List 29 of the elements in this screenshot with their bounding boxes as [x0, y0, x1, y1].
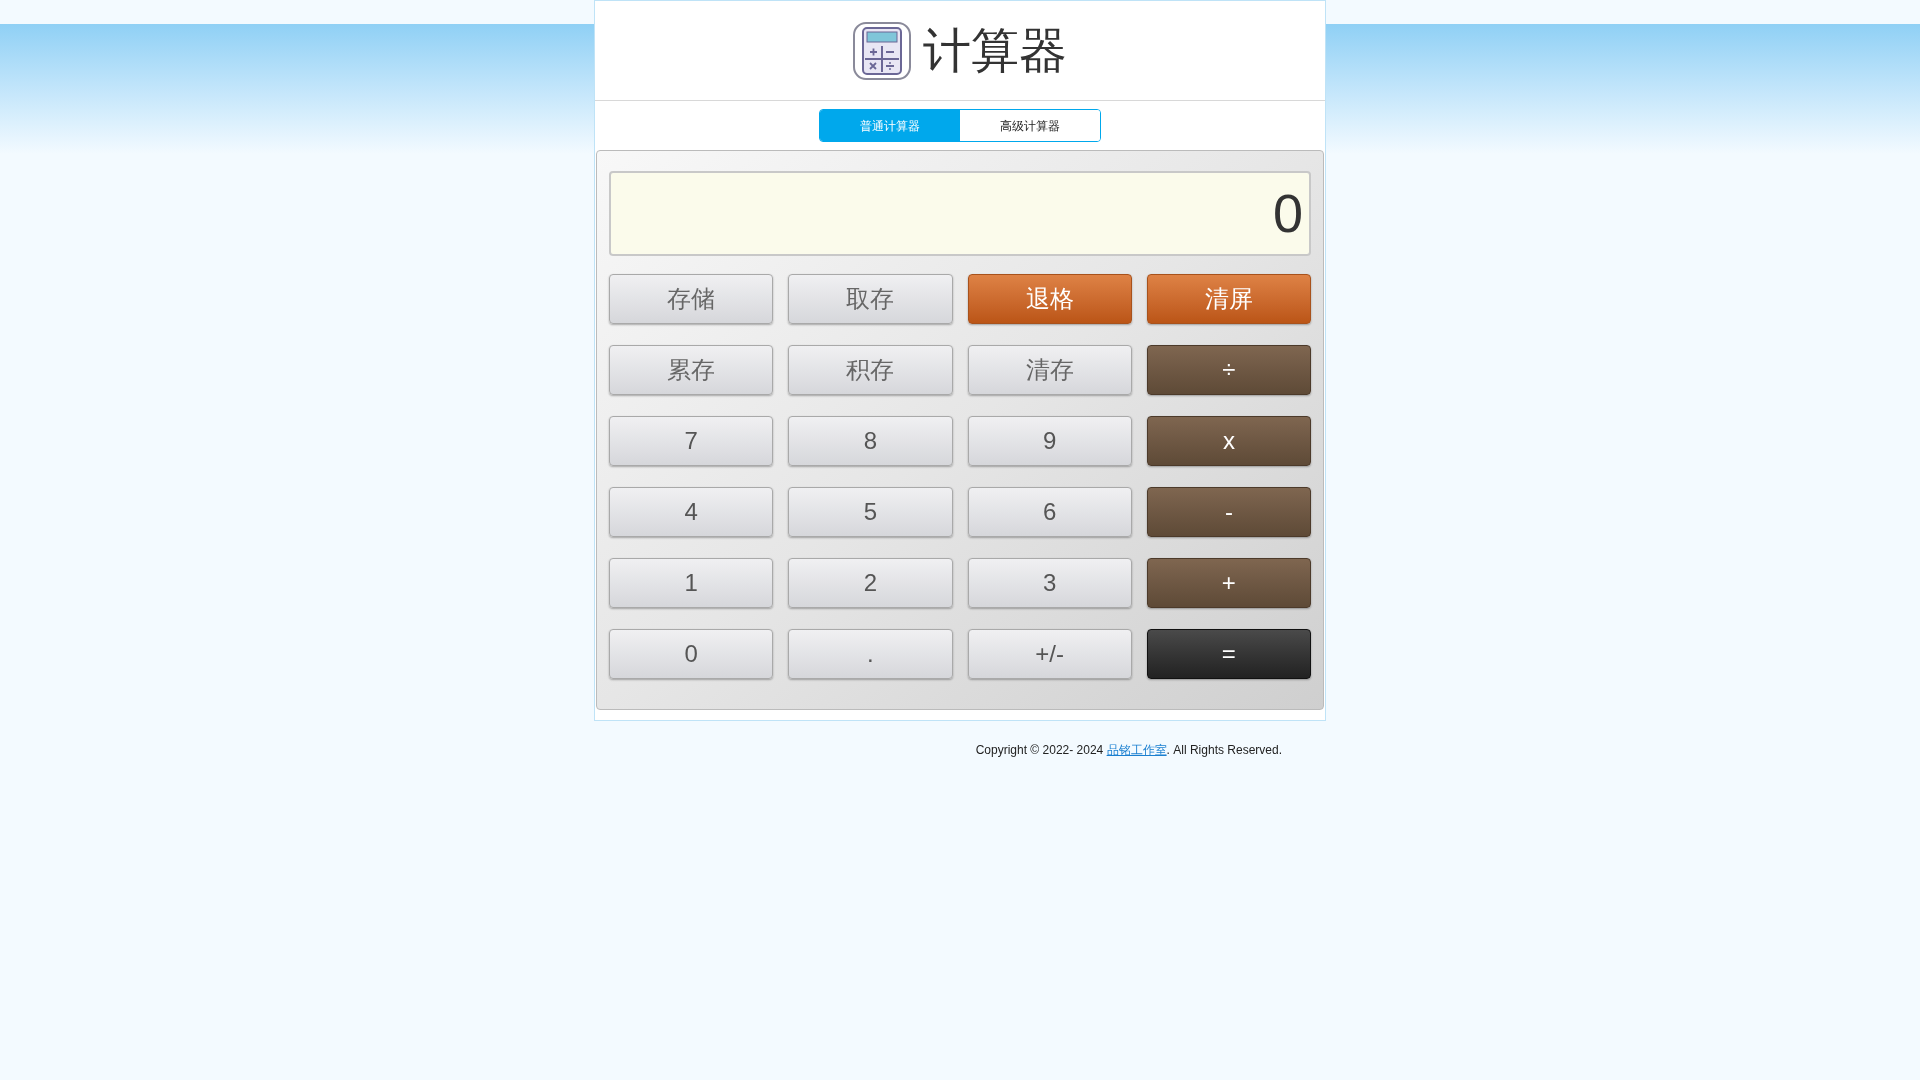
calculator-key[interactable]: 存储 [609, 274, 774, 324]
copyright-text: Copyright © 2022- 2024 品铭工作室. All Rights Reserved. [975, 742, 1282, 759]
calculator-key[interactable]: 4 [609, 487, 774, 537]
calculator-key[interactable]: 清存 [967, 345, 1132, 395]
calculator-key[interactable]: 累存 [609, 345, 774, 395]
calculator-key[interactable]: = [1146, 629, 1311, 679]
calculator-key[interactable]: 2 [788, 558, 953, 608]
calculator-key[interactable]: + [1146, 558, 1311, 608]
calculator-key[interactable]: ÷ [1146, 345, 1311, 395]
calculator-key[interactable]: - [1146, 487, 1311, 537]
calculator-key[interactable]: 7 [609, 416, 774, 466]
calculator-key[interactable]: 3 [967, 558, 1132, 608]
calculator-key[interactable]: 0 [609, 629, 774, 679]
calculator-key[interactable]: 9 [967, 416, 1132, 466]
calculator-key[interactable]: x [1146, 416, 1311, 466]
calculator-key[interactable]: 5 [788, 487, 953, 537]
calculator-key[interactable]: 退格 [967, 274, 1132, 324]
studio-link[interactable]: 品铭工作室 [1106, 743, 1167, 757]
calculator-key[interactable]: . [788, 629, 953, 679]
calculator-key[interactable]: 8 [788, 416, 953, 466]
calculator-key[interactable]: 积存 [788, 345, 953, 395]
calculator-key[interactable]: 清屏 [1146, 274, 1311, 324]
page-title: 计算器 [923, 22, 1067, 79]
calculator-key[interactable]: 1 [609, 558, 774, 608]
calculator-key[interactable]: 6 [967, 487, 1132, 537]
calculator-icon [853, 21, 911, 80]
calculator-key[interactable]: +/- [967, 629, 1132, 679]
calculator-key[interactable]: 取存 [788, 274, 953, 324]
display-field: 0 [609, 171, 1311, 256]
